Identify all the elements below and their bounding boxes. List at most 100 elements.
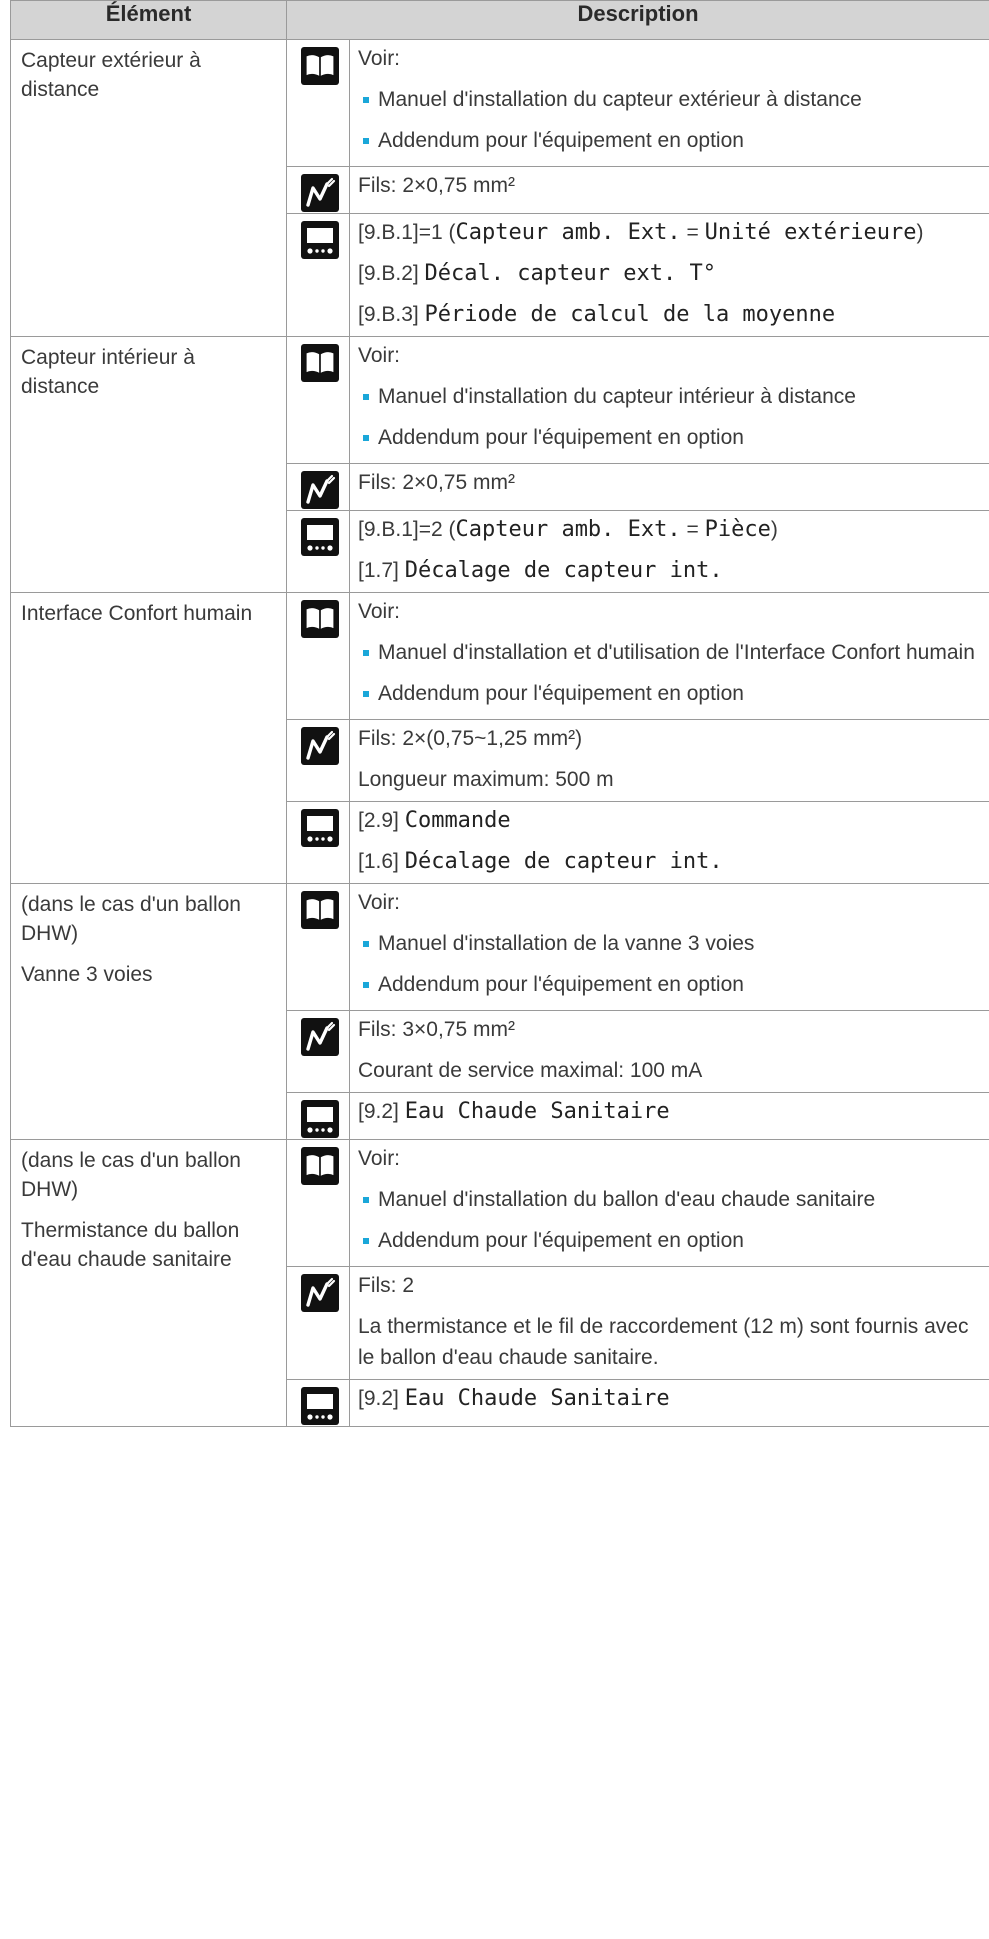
bullet-item: Manuel d'installation du capteur intérie… bbox=[358, 381, 989, 412]
bullet-item: Manuel d'installation du capteur extérie… bbox=[358, 84, 989, 115]
book-icon bbox=[300, 1146, 340, 1186]
wire-description: Fils: 2 La thermistance et le fil de racc… bbox=[349, 1266, 989, 1380]
setting-code: = bbox=[680, 518, 705, 541]
table-row: Capteur extérieur à distance Voir: Manuel … bbox=[10, 39, 989, 337]
wiring-text: Fils: 3×0,75 mm² bbox=[358, 1018, 515, 1041]
user-interface-icon bbox=[300, 220, 340, 260]
wiring-icon bbox=[300, 470, 340, 510]
ui-description: [2.9] Commande [1.6] Décalage de capteur … bbox=[349, 801, 989, 884]
setting-name: Décal. capteur ext. T° bbox=[424, 261, 716, 286]
icon-cell bbox=[286, 801, 350, 884]
element-label: Thermistance du ballon d'eau chaude sani… bbox=[21, 1219, 240, 1271]
table-row: (dans le cas d'un ballon DHW) Vanne 3 voi… bbox=[10, 883, 989, 1140]
setting-line: [9.B.2] Décal. capteur ext. T° bbox=[358, 258, 989, 289]
setting-name: Commande bbox=[404, 808, 511, 833]
icon-cell bbox=[286, 213, 350, 337]
bullet-item: Manuel d'installation de la vanne 3 voie… bbox=[358, 928, 989, 959]
user-interface-icon bbox=[300, 1386, 340, 1426]
setting-name: Pièce bbox=[704, 517, 771, 542]
ui-description: [9.B.1]=1 (Capteur amb. Ext. = Unité ext… bbox=[349, 213, 989, 337]
see-label: Voir: bbox=[358, 600, 401, 623]
icon-cell bbox=[286, 1266, 350, 1380]
user-interface-icon bbox=[300, 517, 340, 557]
setting-name: Période de calcul de la moyenne bbox=[424, 302, 836, 327]
setting-code: [1.7] bbox=[358, 559, 405, 582]
setting-code: ) bbox=[770, 518, 778, 541]
setting-code: [2.9] bbox=[358, 809, 405, 832]
wire-description: Fils: 2×0,75 mm² bbox=[349, 166, 989, 214]
wiring-text: Fils: 2 bbox=[358, 1274, 415, 1297]
setting-line: [2.9] Commande bbox=[358, 805, 989, 836]
icon-cell bbox=[286, 510, 350, 593]
manual-description: Voir: Manuel d'installation et d'utilisat… bbox=[349, 592, 989, 720]
header-description: Description bbox=[286, 0, 989, 40]
setting-name: Décalage de capteur int. bbox=[404, 558, 723, 583]
icon-cell bbox=[286, 1379, 350, 1427]
setting-code: [9.2] bbox=[358, 1100, 405, 1123]
icon-cell bbox=[286, 463, 350, 511]
setting-code: [9.B.2] bbox=[358, 262, 425, 285]
element-label: Vanne 3 voies bbox=[21, 963, 153, 986]
wiring-icon bbox=[300, 1273, 340, 1313]
setting-code: [9.2] bbox=[358, 1387, 405, 1410]
options-table: Élément Description Capteur extérieur à … bbox=[10, 0, 989, 1427]
setting-code: [1.6] bbox=[358, 850, 405, 873]
element-cell: Interface Confort humain bbox=[10, 592, 287, 884]
element-label: (dans le cas d'un ballon DHW) bbox=[21, 1149, 241, 1201]
setting-line: [1.7] Décalage de capteur int. bbox=[358, 555, 989, 586]
setting-line: [9.B.1]=1 (Capteur amb. Ext. = Unité ext… bbox=[358, 217, 989, 248]
user-interface-icon bbox=[300, 808, 340, 848]
user-interface-icon bbox=[300, 1099, 340, 1139]
manual-description: Voir: Manuel d'installation du capteur in… bbox=[349, 336, 989, 464]
manual-description: Voir: Manuel d'installation du ballon d'e… bbox=[349, 1139, 989, 1267]
setting-line: [9.B.1]=2 (Capteur amb. Ext. = Pièce) bbox=[358, 514, 989, 545]
table-body: Capteur extérieur à distance Voir: Manuel … bbox=[10, 39, 989, 1427]
icon-cell bbox=[286, 1092, 350, 1140]
bullet-item: Addendum pour l'équipement en option bbox=[358, 1225, 989, 1256]
bullet-item: Manuel d'installation du ballon d'eau ch… bbox=[358, 1184, 989, 1215]
see-label: Voir: bbox=[358, 1147, 401, 1170]
wiring-text: Fils: 2×0,75 mm² bbox=[358, 471, 515, 494]
manual-description: Voir: Manuel d'installation de la vanne 3… bbox=[349, 883, 989, 1011]
element-label: Capteur extérieur à distance bbox=[21, 49, 201, 101]
wiring-text: Courant de service maximal: 100 mA bbox=[358, 1059, 703, 1082]
element-cell: (dans le cas d'un ballon DHW) Vanne 3 voi… bbox=[10, 883, 287, 1140]
element-label: Capteur intérieur à distance bbox=[21, 346, 195, 398]
icon-cell bbox=[286, 166, 350, 214]
table-row: Capteur intérieur à distance Voir: Manuel … bbox=[10, 336, 989, 593]
header-row: Élément Description bbox=[10, 0, 989, 40]
setting-line: [1.6] Décalage de capteur int. bbox=[358, 846, 989, 877]
bullet-item: Addendum pour l'équipement en option bbox=[358, 422, 989, 453]
wiring-icon bbox=[300, 1017, 340, 1057]
setting-name: Décalage de capteur int. bbox=[404, 849, 723, 874]
table-row: Interface Confort humain Voir: Manuel d'in… bbox=[10, 592, 989, 884]
element-cell: Capteur intérieur à distance bbox=[10, 336, 287, 593]
manual-description: Voir: Manuel d'installation du capteur ex… bbox=[349, 39, 989, 167]
setting-name: Capteur amb. Ext. bbox=[455, 517, 681, 542]
bullet-item: Addendum pour l'équipement en option bbox=[358, 125, 989, 156]
icon-cell bbox=[286, 719, 350, 802]
wire-description: Fils: 3×0,75 mm² Courant de service maxim… bbox=[349, 1010, 989, 1093]
icon-cell bbox=[286, 1010, 350, 1093]
icon-cell bbox=[286, 883, 350, 1011]
see-label: Voir: bbox=[358, 344, 401, 367]
element-label: Interface Confort humain bbox=[21, 602, 253, 625]
table-row: (dans le cas d'un ballon DHW) Thermistanc… bbox=[10, 1139, 989, 1427]
icon-cell bbox=[286, 1139, 350, 1267]
setting-name: Unité extérieure bbox=[704, 220, 917, 245]
bullet-item: Addendum pour l'équipement en option bbox=[358, 678, 989, 709]
book-icon bbox=[300, 599, 340, 639]
setting-code: = bbox=[680, 221, 705, 244]
wiring-text: Fils: 2×(0,75~1,25 mm²) bbox=[358, 727, 583, 750]
ui-description: [9.2] Eau Chaude Sanitaire bbox=[349, 1092, 989, 1140]
setting-code: ) bbox=[916, 221, 924, 244]
wire-description: Fils: 2×(0,75~1,25 mm²) Longueur maximum:… bbox=[349, 719, 989, 802]
wiring-icon bbox=[300, 173, 340, 213]
setting-name: Eau Chaude Sanitaire bbox=[404, 1386, 670, 1411]
wiring-text: Longueur maximum: 500 m bbox=[358, 768, 614, 791]
see-label: Voir: bbox=[358, 47, 401, 70]
wire-description: Fils: 2×0,75 mm² bbox=[349, 463, 989, 511]
setting-line: [9.2] Eau Chaude Sanitaire bbox=[358, 1383, 989, 1414]
book-icon bbox=[300, 890, 340, 930]
setting-code: [9.B.1]=2 ( bbox=[358, 518, 456, 541]
